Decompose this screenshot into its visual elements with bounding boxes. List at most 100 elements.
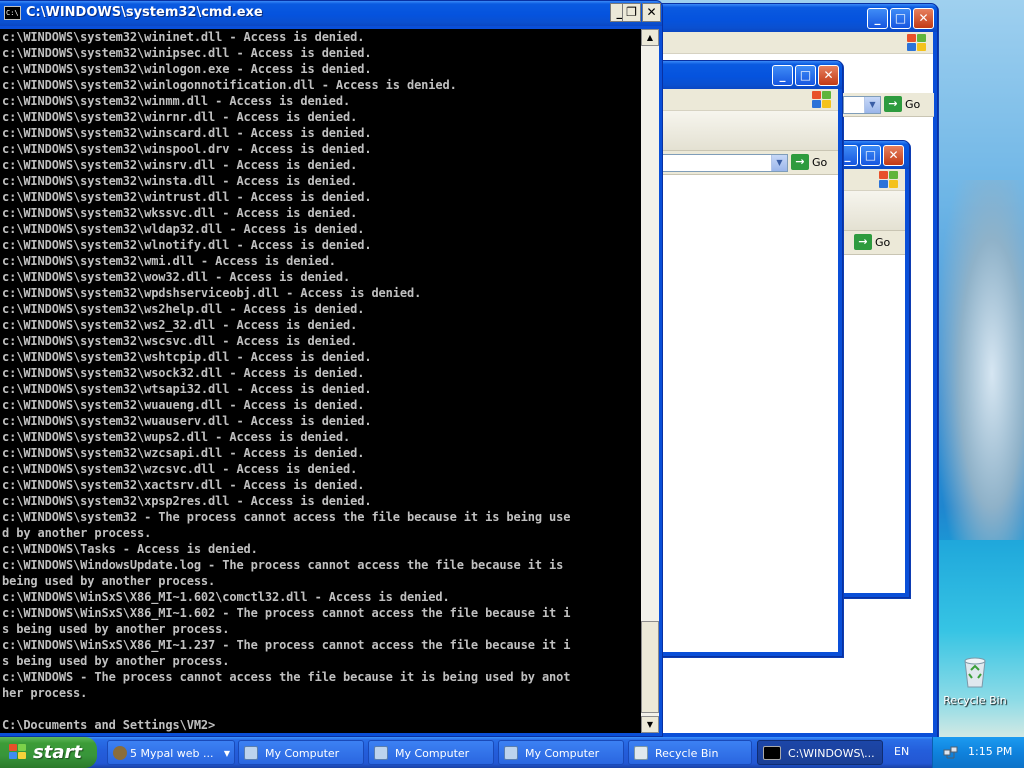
maximize-button[interactable]: □ <box>890 8 911 29</box>
computer-icon <box>504 746 518 760</box>
explorer-window-2[interactable]: _ □ ✕ ▼ → Go <box>655 60 843 657</box>
console-line: c:\WINDOWS\WinSxS\X86_MI~1.237 - The pro… <box>2 638 571 652</box>
computer-icon <box>244 746 258 760</box>
cmd-titlebar[interactable]: C:\ C:\WINDOWS\system32\cmd.exe _ ❐ ✕ <box>0 1 662 26</box>
network-icon[interactable] <box>943 745 958 759</box>
close-button[interactable]: ✕ <box>818 65 839 86</box>
windows-logo-icon <box>812 91 832 109</box>
address-combo[interactable]: ▼ <box>660 154 788 172</box>
close-button[interactable]: ✕ <box>642 3 661 22</box>
minimize-button[interactable]: _ <box>867 8 888 29</box>
minimize-button[interactable]: _ <box>772 65 793 86</box>
console-line: s being used by another process. <box>2 654 230 668</box>
taskbar: start 5 Mypal web ... ▼ My Computer My C… <box>0 737 1024 768</box>
console-line: c:\WINDOWS\system32\wtsapi32.dll - Acces… <box>2 382 372 396</box>
cmd-window[interactable]: C:\ C:\WINDOWS\system32\cmd.exe _ ❐ ✕ c:… <box>0 0 663 737</box>
go-button[interactable]: → Go <box>854 234 900 252</box>
scroll-down-arrow-icon[interactable]: ▼ <box>641 716 659 733</box>
console-line: c:\WINDOWS\system32\winscard.dll - Acces… <box>2 126 372 140</box>
clock[interactable]: 1:15 PM <box>968 745 1012 758</box>
console-line: c:\WINDOWS\system32\winspool.drv - Acces… <box>2 142 372 156</box>
windows-logo-icon <box>907 34 927 52</box>
explorer-window-1-titlebar[interactable]: _ □ ✕ <box>656 4 937 32</box>
console-line: c:\WINDOWS\system32 - The process cannot… <box>2 510 571 524</box>
close-button[interactable]: ✕ <box>883 145 904 166</box>
menu-bar <box>838 169 905 191</box>
console-line: c:\WINDOWS - The process cannot access t… <box>2 670 571 684</box>
recycle-bin-desktop-icon[interactable]: Recycle Bin <box>940 656 1010 707</box>
taskbar-item-my-computer-2[interactable]: My Computer <box>368 740 494 765</box>
console-line: c:\WINDOWS\system32\xactsrv.dll - Access… <box>2 478 365 492</box>
console-output[interactable]: c:\WINDOWS\system32\wininet.dll - Access… <box>0 29 641 733</box>
console-line: c:\WINDOWS\system32\wzcsvc.dll - Access … <box>2 462 358 476</box>
taskbar-item-recycle-bin[interactable]: Recycle Bin <box>628 740 752 765</box>
explorer-window-3-body: → Go <box>838 169 905 593</box>
explorer-window-3-titlebar[interactable]: _ □ ✕ <box>834 141 909 169</box>
console-line: c:\WINDOWS\system32\ws2_32.dll - Access … <box>2 318 358 332</box>
scroll-thumb[interactable] <box>641 621 659 713</box>
console-line: c:\WINDOWS\system32\wscsvc.dll - Access … <box>2 334 358 348</box>
console-line: c:\WINDOWS\system32\wshtcpip.dll - Acces… <box>2 350 372 364</box>
explorer-window-3[interactable]: _ □ ✕ → Go <box>833 140 910 598</box>
console-line: c:\WINDOWS\system32\winipsec.dll - Acces… <box>2 46 372 60</box>
close-button[interactable]: ✕ <box>913 8 934 29</box>
taskbar-item-label: My Computer <box>525 747 600 760</box>
computer-icon <box>374 746 388 760</box>
language-indicator[interactable]: EN <box>894 745 909 758</box>
go-button[interactable]: → Go <box>884 96 930 114</box>
console-line: c:\WINDOWS\system32\wintrust.dll - Acces… <box>2 190 372 204</box>
console-line: c:\WINDOWS\system32\wkssvc.dll - Access … <box>2 206 358 220</box>
console-line: d by another process. <box>2 526 152 540</box>
console-line: c:\WINDOWS\system32\wpdshserviceobj.dll … <box>2 286 422 300</box>
taskbar-item-label: 5 Mypal web ... <box>130 747 214 760</box>
cmd-icon[interactable]: C:\ <box>4 6 21 20</box>
vertical-scrollbar[interactable]: ▲ ▼ <box>641 29 659 733</box>
console-line: c:\WINDOWS\system32\wsock32.dll - Access… <box>2 366 365 380</box>
console-line: c:\WINDOWS\system32\wininet.dll - Access… <box>2 30 365 44</box>
recycle-bin-label: Recycle Bin <box>943 694 1007 707</box>
cmd-icon <box>763 746 781 760</box>
recycle-bin-icon <box>960 656 990 688</box>
go-arrow-icon: → <box>884 96 902 112</box>
console-line: c:\WINDOWS\system32\wuaueng.dll - Access… <box>2 398 365 412</box>
go-label: Go <box>905 98 921 111</box>
restore-button[interactable]: ❐ <box>622 3 641 22</box>
chevron-down-icon[interactable]: ▼ <box>771 155 787 171</box>
console-line: her process. <box>2 686 88 700</box>
console-line: c:\WINDOWS\system32\winmm.dll - Access i… <box>2 94 351 108</box>
console-line: c:\WINDOWS\WinSxS\X86_MI~1.602 - The pro… <box>2 606 571 620</box>
console-line: c:\WINDOWS\system32\wups2.dll - Access i… <box>2 430 351 444</box>
console-line: c:\WINDOWS\system32\wmi.dll - Access is … <box>2 254 336 268</box>
address-bar: → Go <box>838 231 905 255</box>
taskbar-item-my-computer-1[interactable]: My Computer <box>238 740 364 765</box>
console-line: c:\WINDOWS\system32\wzcsapi.dll - Access… <box>2 446 365 460</box>
console-line: c:\WINDOWS\WinSxS\X86_MI~1.602\comctl32.… <box>2 590 450 604</box>
go-button[interactable]: → Go <box>791 154 837 172</box>
console-line: c:\WINDOWS\system32\winlogon.exe - Acces… <box>2 62 372 76</box>
explorer-window-1-address-bar: ▼ → Go <box>843 93 934 117</box>
address-combo[interactable]: ▼ <box>843 96 881 114</box>
taskbar-item-my-computer-3[interactable]: My Computer <box>498 740 624 765</box>
taskbar-item-label: C:\WINDOWS\... <box>788 747 875 760</box>
taskbar-item-mypal[interactable]: 5 Mypal web ... ▼ <box>107 740 235 765</box>
console-line: c:\WINDOWS\system32\winlogonnotification… <box>2 78 457 92</box>
explorer-window-2-titlebar[interactable]: _ □ ✕ <box>656 61 842 89</box>
maximize-button[interactable]: □ <box>860 145 881 166</box>
console-line: C:\Documents and Settings\VM2> <box>2 718 216 732</box>
taskbar-item-label: My Computer <box>395 747 470 760</box>
go-arrow-icon: → <box>791 154 809 170</box>
console-lines: c:\WINDOWS\system32\wininet.dll - Access… <box>0 29 641 733</box>
chevron-down-icon[interactable]: ▼ <box>864 97 880 113</box>
console-line: c:\WINDOWS\system32\winsrv.dll - Access … <box>2 158 358 172</box>
address-bar: ▼ → Go <box>660 151 838 175</box>
scroll-up-arrow-icon[interactable]: ▲ <box>641 29 659 46</box>
toolbar <box>838 191 905 231</box>
browser-icon <box>113 746 127 760</box>
start-label: start <box>33 742 82 763</box>
maximize-button[interactable]: □ <box>795 65 816 86</box>
taskbar-item-cmd[interactable]: C:\WINDOWS\... <box>757 740 883 765</box>
recycle-bin-icon <box>634 746 648 760</box>
toolbar <box>660 111 838 151</box>
windows-logo-icon <box>879 171 899 189</box>
start-button[interactable]: start <box>0 737 97 768</box>
